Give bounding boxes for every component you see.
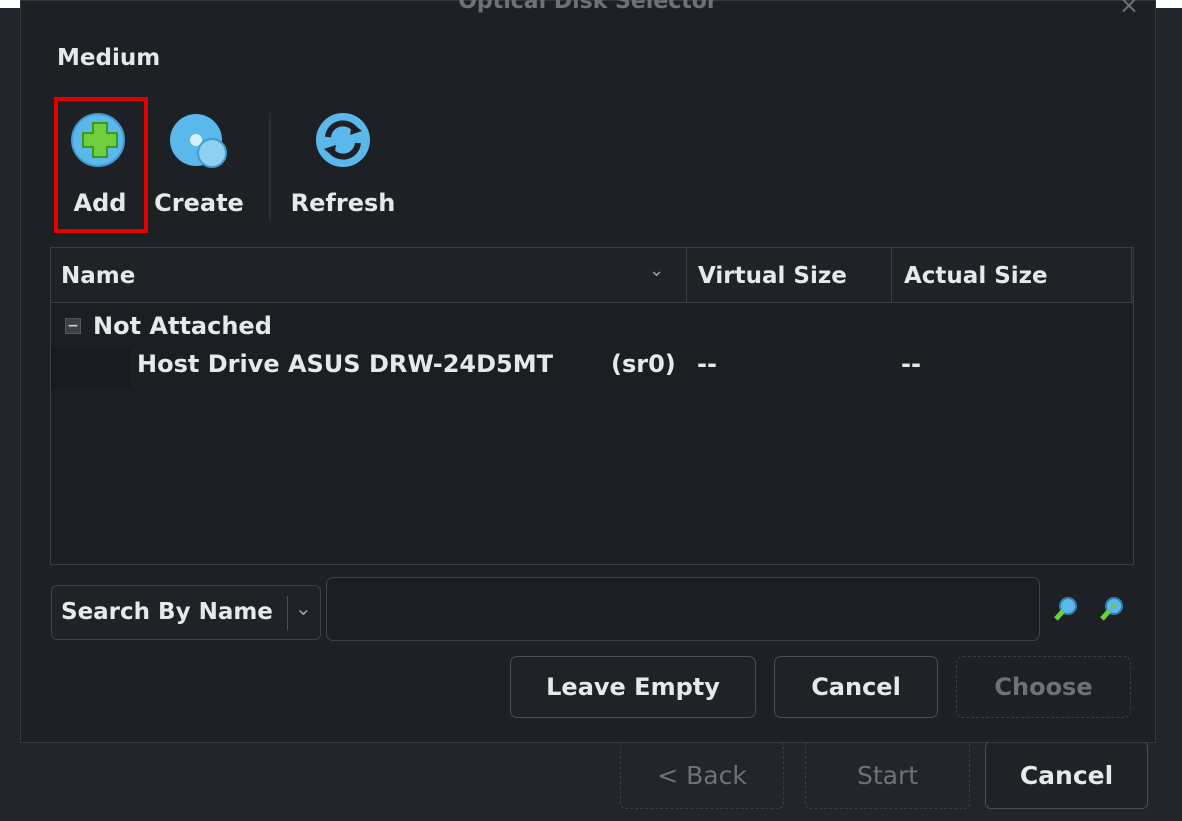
add-button-highlight [54,97,148,233]
sort-chevron-icon: ⌄ [649,260,665,281]
cancel-button[interactable]: Cancel [774,656,938,718]
choose-button: Choose [956,656,1131,718]
create-disk-icon [166,109,232,175]
column-divider [686,248,687,302]
chevron-down-icon: ⌄ [295,596,312,620]
column-header-actual-size[interactable]: Actual Size [904,248,1048,302]
drive-thumbnail [51,348,131,388]
medium-tree[interactable]: Name ⌄ Virtual Size Actual Size − Not At… [50,247,1134,565]
collapse-icon[interactable]: − [65,318,81,334]
refresh-label: Refresh [290,189,396,217]
group-label: Not Attached [93,312,272,340]
search-mode-select[interactable]: Search By Name ⌄ [51,585,321,640]
column-header-virtual-size[interactable]: Virtual Size [698,248,847,302]
column-divider [1131,248,1132,302]
close-icon[interactable]: × [1119,0,1139,19]
medium-label: Medium [57,45,161,71]
refresh-button[interactable]: Refresh [283,101,403,223]
toolbar-separator [269,113,271,221]
medium-actual-size: -- [901,350,921,378]
create-label: Create [154,189,244,217]
medium-device: (sr0) [611,350,676,378]
dialog-title: Optical Disk Selector [458,0,718,14]
medium-name: Host Drive ASUS DRW-24D5MT [137,350,553,378]
search-forward-icon[interactable] [1099,595,1127,627]
wizard-start-button: Start [805,741,970,809]
combo-divider [287,596,288,630]
tree-row[interactable]: Host Drive ASUS DRW-24D5MT (sr0) -- -- [51,344,1133,388]
column-divider [891,248,892,302]
leave-empty-button[interactable]: Leave Empty [510,656,756,718]
wizard-back-button: < Back [620,741,784,809]
column-header-name[interactable]: Name [61,248,135,302]
search-backward-icon[interactable] [1053,595,1081,627]
wizard-cancel-button[interactable]: Cancel [985,741,1148,809]
search-input[interactable] [326,577,1040,641]
optical-disk-selector-dialog: Optical Disk Selector × Medium Add Creat… [20,0,1156,743]
refresh-icon [312,109,374,175]
tree-header: Name ⌄ Virtual Size Actual Size [51,248,1133,303]
tree-group-not-attached[interactable]: − Not Attached [65,312,272,340]
create-button[interactable]: Create [147,101,251,223]
search-mode-label: Search By Name [61,599,273,625]
medium-virtual-size: -- [697,350,717,378]
